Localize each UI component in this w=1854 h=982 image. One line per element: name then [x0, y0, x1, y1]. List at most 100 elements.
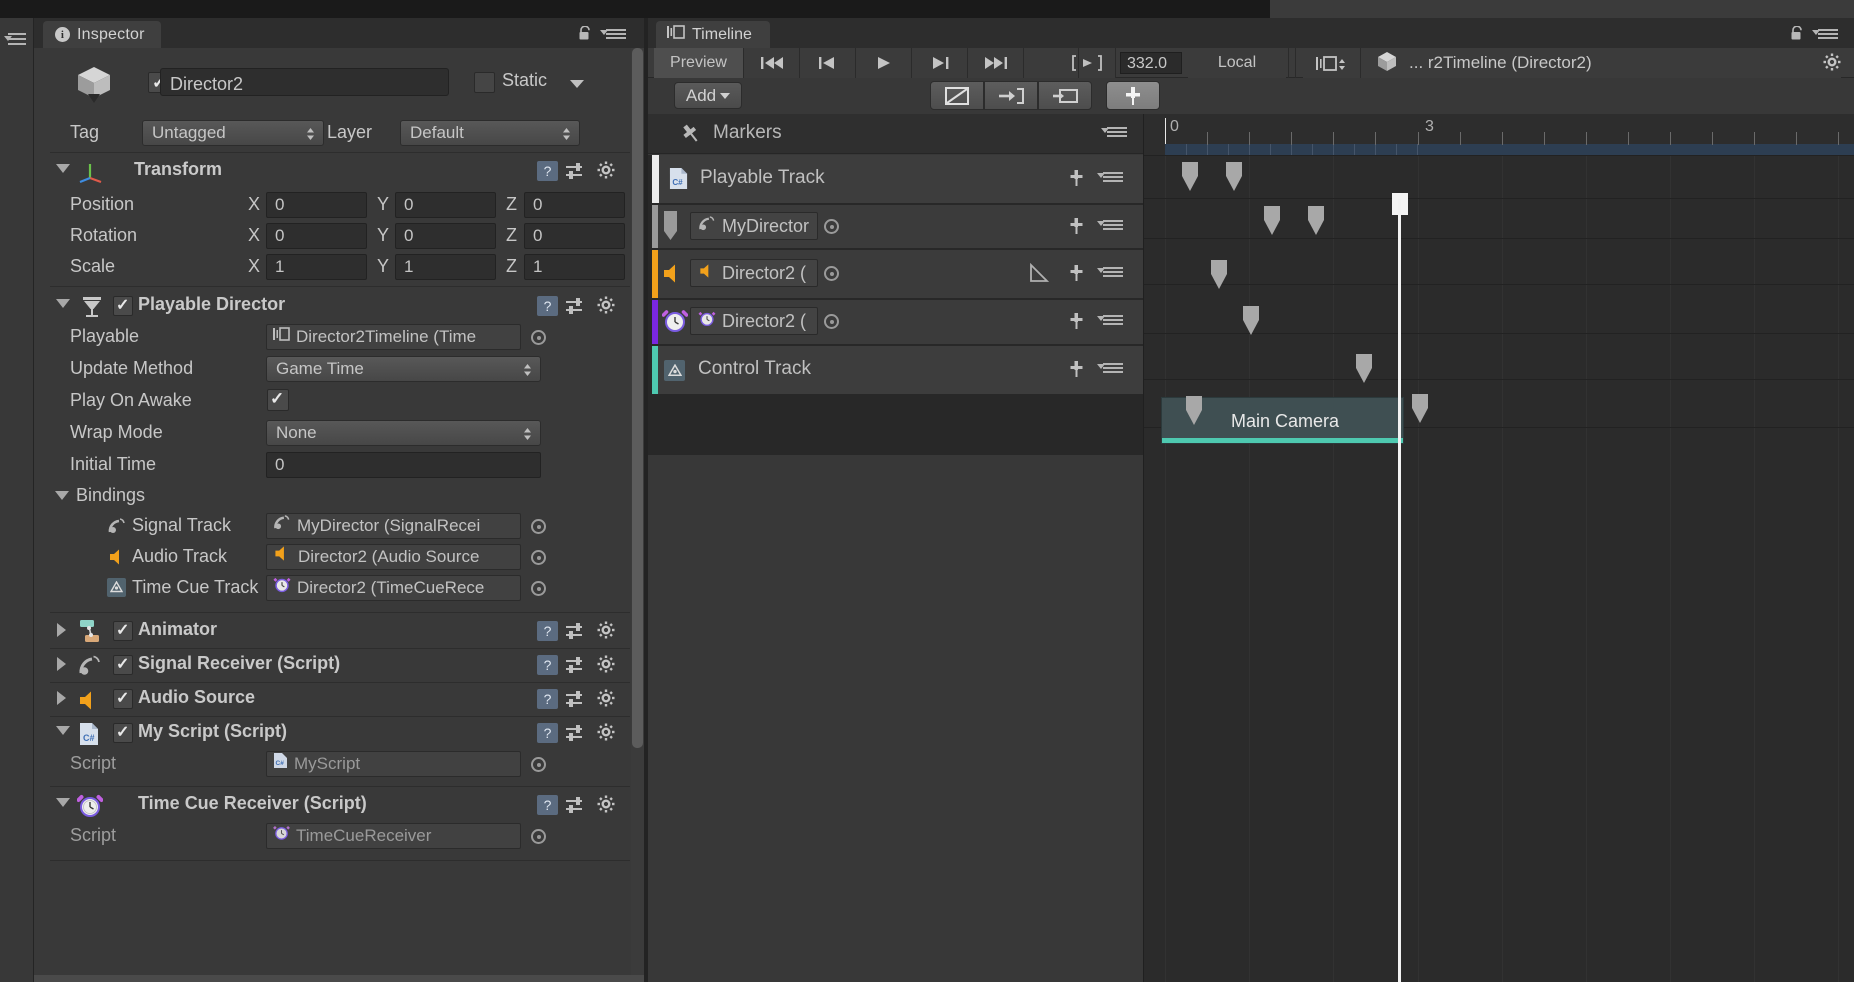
marker-pin[interactable] [1409, 392, 1431, 423]
track-menu-icon-playable[interactable] [1097, 172, 1123, 183]
my-script-object-picker[interactable] [531, 757, 546, 772]
component-header-audio-source[interactable]: ✓ Audio Source ? [50, 684, 630, 715]
track-menu-icon-audio[interactable] [1097, 267, 1123, 278]
time-cue-receiver-object-picker[interactable] [531, 829, 546, 844]
foldout-signal-receiver-icon[interactable] [57, 657, 66, 671]
marker-pin[interactable] [1353, 352, 1375, 383]
scale-x-input[interactable]: 1 [266, 254, 367, 280]
gear-icon-transform[interactable] [596, 160, 618, 182]
time-cue-track-binding-picker[interactable] [824, 314, 839, 329]
track-row-time-cue-track[interactable]: Director2 ( [652, 300, 1143, 344]
track-row-signal-track[interactable]: MyDirector [652, 205, 1143, 248]
component-header-my-script[interactable]: C# ✓ My Script (Script) ? [50, 718, 630, 749]
next-frame-button[interactable] [912, 48, 968, 78]
position-y-input[interactable]: 0 [395, 192, 496, 218]
audio-curves-icon[interactable] [1029, 262, 1050, 288]
foldout-my-script-icon[interactable] [56, 726, 70, 735]
track-row-playable-track[interactable]: C# Playable Track [652, 155, 1143, 203]
markers-toggle-button[interactable] [1106, 81, 1160, 110]
foldout-playable-director-icon[interactable] [56, 299, 70, 308]
track-menu-icon-signal[interactable] [1097, 220, 1123, 231]
help-button-as[interactable]: ? [537, 689, 558, 709]
markers-menu-icon[interactable] [1101, 127, 1127, 138]
help-button-tcr[interactable]: ? [537, 795, 558, 815]
audio-track-object-picker[interactable] [531, 550, 546, 565]
scale-z-input[interactable]: 1 [524, 254, 625, 280]
timeline-menu-icon[interactable] [1812, 29, 1838, 40]
foldout-time-cue-receiver-icon[interactable] [56, 798, 70, 807]
static-dropdown-icon[interactable] [570, 80, 584, 88]
initial-time-input[interactable]: 0 [266, 452, 541, 478]
gear-icon-ms[interactable] [596, 722, 618, 744]
add-track-button[interactable]: Add [674, 82, 742, 109]
track-pin-icon-control[interactable] [1068, 360, 1085, 379]
inspector-scroll-thumb[interactable] [632, 48, 643, 748]
wrap-mode-dropdown[interactable]: None [266, 420, 541, 446]
gear-icon-sr[interactable] [596, 654, 618, 676]
preview-button[interactable]: Preview [654, 48, 744, 78]
tab-timeline[interactable]: Timeline [656, 21, 770, 48]
gear-icon-as[interactable] [596, 688, 618, 710]
track-pin-icon-timecue[interactable] [1068, 312, 1085, 331]
marker-pin[interactable] [1179, 160, 1201, 191]
audio-track-binding-field[interactable]: Director2 ( [690, 259, 818, 287]
marker-pin[interactable] [1305, 204, 1327, 235]
foldout-transform-icon[interactable] [56, 164, 70, 173]
timeline-clip-area[interactable]: 0 3 Main Camera [1143, 114, 1854, 982]
timeline-display-mode-button[interactable] [1303, 48, 1361, 78]
marker-pin[interactable] [1240, 304, 1262, 335]
play-on-awake-checkbox[interactable]: ✓ [267, 389, 289, 411]
update-method-dropdown[interactable]: Game Time [266, 356, 541, 382]
component-header-playable-director[interactable]: ✓ Playable Director ? [50, 291, 630, 322]
lock-icon[interactable] [578, 25, 592, 41]
component-header-signal-receiver[interactable]: ✓ Signal Receiver (Script) ? [50, 650, 630, 681]
foldout-animator-icon[interactable] [57, 623, 66, 637]
signal-receiver-enabled-checkbox[interactable]: ✓ [113, 655, 133, 675]
component-header-transform[interactable]: Transform ? [50, 156, 630, 187]
go-to-start-button[interactable] [744, 48, 800, 78]
play-range-button[interactable] [1058, 48, 1116, 78]
rail-menu-icon[interactable] [4, 32, 28, 46]
go-to-end-button[interactable] [968, 48, 1024, 78]
tab-inspector[interactable]: i Inspector [43, 21, 161, 48]
timeline-lock-icon[interactable] [1790, 25, 1804, 41]
track-menu-icon-timecue[interactable] [1097, 315, 1123, 326]
mix-mode-button[interactable] [930, 81, 984, 110]
inspector-scrollbar[interactable] [631, 48, 644, 982]
timeline-settings-gear-icon[interactable] [1822, 52, 1844, 74]
position-z-input[interactable]: 0 [524, 192, 625, 218]
playhead-line[interactable] [1398, 199, 1401, 982]
markers-header-row[interactable]: Markers [648, 114, 1143, 154]
help-button-transform[interactable]: ? [537, 161, 558, 181]
time-mode-button[interactable]: Local [1188, 48, 1286, 78]
signal-track-binding-field[interactable]: MyDirector [690, 212, 818, 240]
replace-mode-button[interactable] [1038, 81, 1092, 110]
track-row-audio-track[interactable]: Director2 ( [652, 250, 1143, 298]
preset-button-tcr[interactable] [564, 795, 586, 815]
inspector-menu-icon[interactable] [600, 29, 626, 40]
timeline-ruler[interactable]: 0 3 [1144, 114, 1854, 155]
gear-icon-animator[interactable] [596, 620, 618, 642]
marker-pin[interactable] [1261, 204, 1283, 235]
marker-pin[interactable] [1183, 394, 1205, 425]
static-checkbox[interactable] [474, 72, 495, 93]
help-button-pd[interactable]: ? [537, 296, 558, 316]
gear-icon-pd[interactable] [596, 295, 618, 317]
row-bindings-foldout[interactable]: Bindings [50, 482, 630, 512]
time-cue-receiver-objectfield[interactable]: TimeCueReceiver [266, 823, 521, 849]
preset-button-animator[interactable] [564, 621, 586, 641]
help-button-ms[interactable]: ? [537, 723, 558, 743]
preset-button-transform[interactable] [564, 161, 586, 181]
track-pin-icon-audio[interactable] [1068, 264, 1085, 283]
audio-source-enabled-checkbox[interactable]: ✓ [113, 689, 133, 709]
position-x-input[interactable]: 0 [266, 192, 367, 218]
audio-track-binding-picker[interactable] [824, 266, 839, 281]
track-row-control-track[interactable]: Control Track [652, 346, 1143, 394]
signal-track-binding-picker[interactable] [824, 219, 839, 234]
playable-objectfield[interactable]: Director2Timeline (Time [266, 324, 521, 350]
track-pin-icon-signal[interactable] [1068, 217, 1085, 236]
signal-track-objectfield[interactable]: MyDirector (SignalRecei [266, 513, 521, 539]
preset-button-ms[interactable] [564, 723, 586, 743]
help-button-sr[interactable]: ? [537, 655, 558, 675]
track-menu-icon-control[interactable] [1097, 363, 1123, 374]
